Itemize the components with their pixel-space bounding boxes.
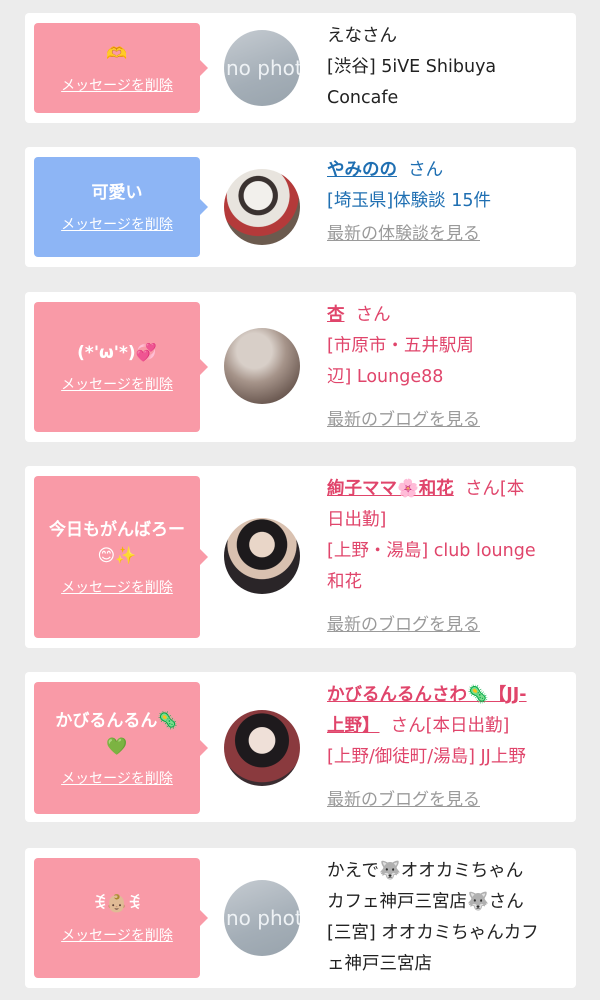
message-bubble: ꉂ👶🏼ꉂ メッセージを削除	[34, 858, 208, 978]
message-emoji: 💚	[106, 737, 128, 757]
message-text: 今日もがんばろー	[49, 520, 185, 540]
latest-blog-link[interactable]: 最新のブログを見る	[327, 785, 567, 816]
message-text: (*'ω'*)💞	[77, 343, 157, 363]
message-bubble: 可愛い メッセージを削除	[34, 157, 208, 257]
profile-name-link[interactable]: 杏	[327, 305, 345, 325]
profile-detail: [市原市・五井駅周	[327, 336, 474, 356]
profile-info: やみのの さん [埼玉県]体験談 15件 最新の体験談を見る	[327, 155, 567, 250]
delete-message-link[interactable]: メッセージを削除	[61, 374, 173, 394]
profile-info: 絢子ママ🌸和花 さん[本 日出勤] [上野・湯島] club lounge 和花…	[327, 474, 567, 641]
delete-message-link[interactable]: メッセージを削除	[61, 925, 173, 945]
delete-message-link[interactable]: メッセージを削除	[61, 75, 173, 95]
no-photo-text: no photo	[226, 906, 300, 930]
profile-name-link[interactable]: やみのの	[327, 160, 397, 180]
latest-review-link[interactable]: 最新の体験談を見る	[327, 219, 567, 250]
profile-detail: [埼玉県]体験談 15件	[327, 191, 491, 211]
message-text: ꉂ👶🏼ꉂ	[93, 894, 141, 914]
latest-blog-link[interactable]: 最新のブログを見る	[327, 405, 567, 436]
profile-detail: [三宮] オオカミちゃんカフ	[327, 923, 539, 943]
profile-name-link[interactable]: かびるんるんさわ🦠【JJ-	[327, 680, 567, 711]
profile-detail: [渋谷] 5iVE Shibuya	[327, 57, 497, 77]
honorific-status: さん[本日出勤]	[390, 716, 510, 736]
message-card: 可愛い メッセージを削除 やみのの さん [埼玉県]体験談 15件 最新の体験談…	[25, 147, 576, 267]
message-text: 可愛い	[91, 183, 143, 203]
honorific: さん	[355, 305, 391, 325]
profile-info: かえで🐺オオカミちゃん カフェ神戸三宮店🐺さん [三宮] オオカミちゃんカフ ェ…	[327, 856, 567, 980]
profile-detail: 和花	[327, 572, 362, 592]
profile-detail: Concafe	[327, 88, 399, 108]
profile-info: かびるんるんさわ🦠【JJ- 上野】 さん[本日出勤] [上野/御徒町/湯島] J…	[327, 680, 567, 816]
profile-info: 杏 さん [市原市・五井駅周 辺] Lounge88 最新のブログを見る	[327, 300, 567, 436]
honorific-status: さん[本	[464, 479, 525, 499]
message-card: (*'ω'*)💞 メッセージを削除 杏 さん [市原市・五井駅周 辺] Loun…	[25, 292, 576, 442]
message-card: 今日もがんばろー 😊✨ メッセージを削除 絢子ママ🌸和花 さん[本 日出勤] […	[25, 466, 576, 648]
message-emoji: 😊✨	[97, 546, 137, 566]
avatar[interactable]	[224, 169, 300, 245]
profile-detail: [上野・湯島] club lounge	[327, 541, 536, 561]
profile-name: かえで🐺オオカミちゃん	[327, 861, 524, 881]
avatar[interactable]: no photo	[224, 30, 300, 106]
profile-info: えなさん [渋谷] 5iVE Shibuya Concafe	[327, 21, 567, 114]
avatar[interactable]	[224, 328, 300, 404]
message-card: ꉂ👶🏼ꉂ メッセージを削除 no photo かえで🐺オオカミちゃん カフェ神戸…	[25, 848, 576, 988]
profile-name: えなさん	[327, 26, 397, 46]
profile-detail: [上野/御徒町/湯島] JJ上野	[327, 747, 526, 767]
delete-message-link[interactable]: メッセージを削除	[61, 768, 173, 788]
honorific: さん	[408, 160, 444, 180]
avatar[interactable]: no photo	[224, 880, 300, 956]
message-text: 🫶	[106, 44, 128, 64]
profile-name-link[interactable]: 上野】	[327, 716, 380, 736]
message-bubble: 今日もがんばろー 😊✨ メッセージを削除	[34, 476, 208, 638]
message-bubble: (*'ω'*)💞 メッセージを削除	[34, 302, 208, 432]
message-text: かびるんるん🦠	[55, 711, 179, 731]
delete-message-link[interactable]: メッセージを削除	[61, 214, 173, 234]
profile-detail: ェ神戸三宮店	[327, 954, 432, 974]
profile-name-link[interactable]: 絢子ママ🌸和花	[327, 479, 454, 499]
message-bubble: かびるんるん🦠 💚 メッセージを削除	[34, 682, 208, 814]
message-card: かびるんるん🦠 💚 メッセージを削除 かびるんるんさわ🦠【JJ- 上野】 さん[…	[25, 672, 576, 822]
status-text: 日出勤]	[327, 510, 387, 530]
no-photo-text: no photo	[226, 56, 300, 80]
profile-name: カフェ神戸三宮店🐺さん	[327, 892, 524, 912]
message-bubble: 🫶 メッセージを削除	[34, 23, 208, 113]
delete-message-link[interactable]: メッセージを削除	[61, 577, 173, 597]
avatar[interactable]	[224, 518, 300, 594]
profile-detail: 辺] Lounge88	[327, 367, 444, 387]
avatar[interactable]	[224, 710, 300, 786]
message-card: 🫶 メッセージを削除 no photo えなさん [渋谷] 5iVE Shibu…	[25, 13, 576, 123]
latest-blog-link[interactable]: 最新のブログを見る	[327, 610, 567, 641]
